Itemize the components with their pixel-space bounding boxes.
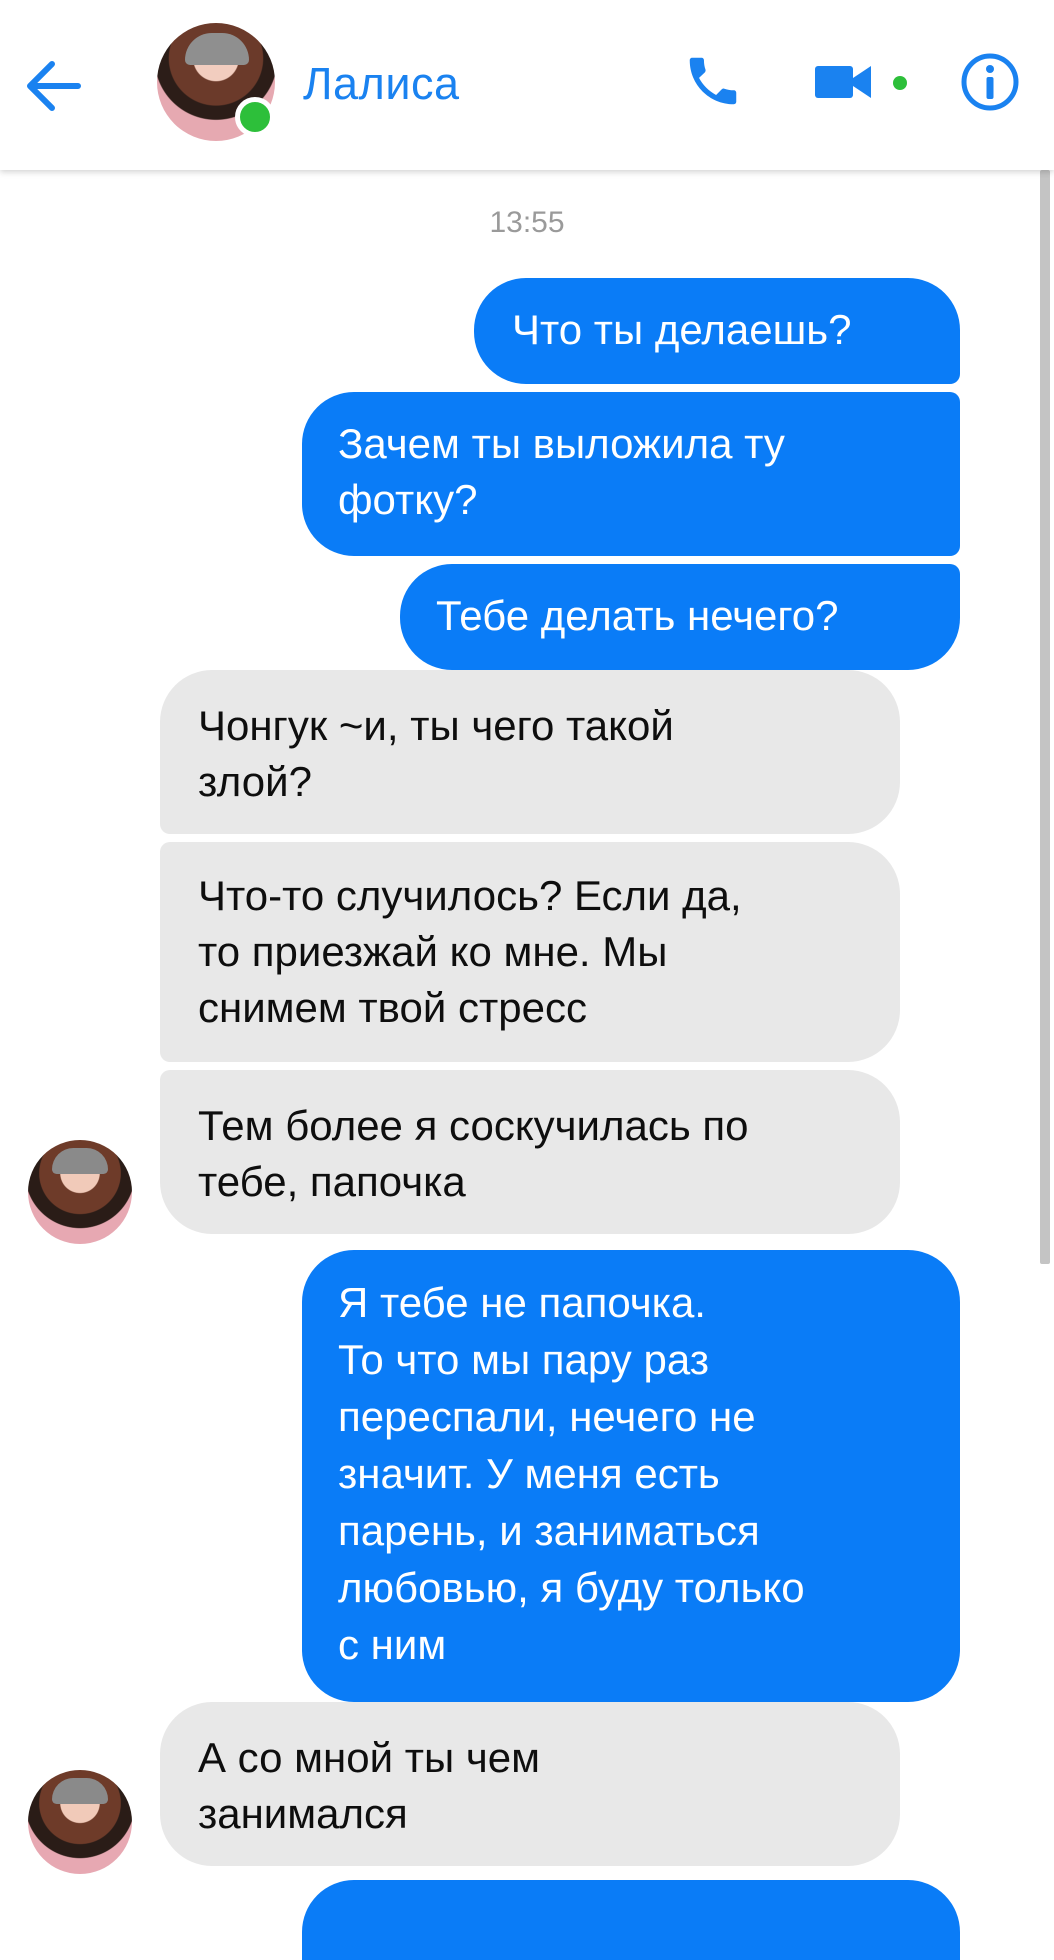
- message-text: Чонгук ~и, ты чего такой: [198, 702, 674, 749]
- avatar-hat: [52, 1778, 108, 1804]
- chat-header: Лалиса: [0, 0, 1054, 170]
- contact-avatar[interactable]: [157, 23, 275, 141]
- message-text: То что мы пару раз: [338, 1336, 709, 1383]
- message-bubble-incoming[interactable]: Чонгук ~и, ты чего такой злой?: [160, 670, 900, 834]
- message-text: любовью, я буду только: [338, 1564, 805, 1611]
- message-text: Что-то случилось? Если да,: [198, 872, 742, 919]
- message-text: тебе, папочка: [198, 1158, 466, 1205]
- message-text: то приезжай ко мне. Мы: [198, 928, 668, 975]
- message-text: фотку?: [338, 476, 478, 523]
- message-bubble-outgoing[interactable]: Я тебе не папочка. То что мы пару раз пе…: [302, 1250, 960, 1702]
- message-timestamp: 13:55: [489, 206, 565, 239]
- message-bubble-outgoing-partial[interactable]: [302, 1880, 960, 1960]
- message-text: Тебе делать нечего?: [436, 592, 839, 639]
- message-bubble-outgoing[interactable]: Что ты делаешь?: [474, 278, 960, 384]
- message-text: снимем твой стресс: [198, 984, 587, 1031]
- message-text: А со мной ты чем: [198, 1734, 540, 1781]
- avatar-hat: [52, 1148, 108, 1174]
- back-arrow-icon[interactable]: [22, 58, 82, 114]
- message-text: переспали, нечего не: [338, 1393, 756, 1440]
- info-icon[interactable]: [960, 52, 1020, 112]
- message-text: занимался: [198, 1790, 408, 1837]
- avatar-hat: [185, 33, 249, 65]
- message-text: парень, и заниматься: [338, 1507, 760, 1554]
- message-text: значит. У меня есть: [338, 1450, 720, 1497]
- phone-icon[interactable]: [682, 50, 744, 112]
- message-text: Зачем ты выложила ту: [338, 420, 785, 467]
- contact-name[interactable]: Лалиса: [303, 58, 459, 110]
- scrollbar[interactable]: [1040, 170, 1050, 1264]
- video-camera-icon[interactable]: [815, 62, 871, 102]
- message-bubble-outgoing[interactable]: Тебе делать нечего?: [400, 564, 960, 670]
- message-text: с ним: [338, 1621, 447, 1668]
- message-bubble-outgoing[interactable]: Зачем ты выложила ту фотку?: [302, 392, 960, 556]
- message-text: Что ты делаешь?: [512, 306, 852, 353]
- message-bubble-incoming[interactable]: А со мной ты чем занимался: [160, 1702, 900, 1866]
- video-online-dot: [893, 76, 907, 90]
- online-status-dot: [235, 97, 275, 137]
- message-bubble-incoming[interactable]: Что-то случилось? Если да, то приезжай к…: [160, 842, 900, 1062]
- sender-avatar[interactable]: [28, 1770, 132, 1874]
- message-text: Я тебе не папочка.: [338, 1279, 706, 1326]
- message-text: Тем более я соскучилась по: [198, 1102, 749, 1149]
- message-text: злой?: [198, 758, 312, 805]
- sender-avatar[interactable]: [28, 1140, 132, 1244]
- message-bubble-incoming[interactable]: Тем более я соскучилась по тебе, папочка: [160, 1070, 900, 1234]
